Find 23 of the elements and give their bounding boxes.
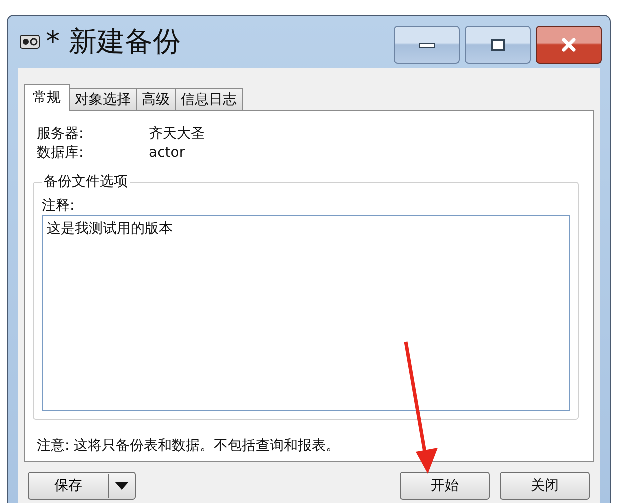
field-value: actor xyxy=(149,144,186,163)
dropdown-arrow-icon[interactable] xyxy=(115,482,129,490)
close-icon[interactable] xyxy=(561,38,577,52)
tab[interactable]: 对象选择 xyxy=(69,88,137,110)
group-title: 备份文件选项 xyxy=(43,173,129,191)
tab[interactable]: 信息日志 xyxy=(175,88,243,110)
close-button[interactable] xyxy=(536,26,602,64)
note-text: 注意: 这将只备份表和数据。不包括查询和报表。 xyxy=(36,437,342,455)
field-label: 数据库: xyxy=(37,144,85,163)
comment-field[interactable]: 这是我测试用的版本 xyxy=(42,215,570,411)
tab[interactable]: 常规 xyxy=(24,84,70,111)
save-button[interactable]: 保存 xyxy=(28,472,136,500)
start-button[interactable]: 开始 xyxy=(400,472,490,500)
maximize-icon[interactable] xyxy=(491,39,505,51)
minimize-icon[interactable] xyxy=(419,42,435,48)
tab[interactable]: 高级 xyxy=(136,88,176,110)
tape-icon xyxy=(20,35,40,49)
field-value: 齐天大圣 xyxy=(149,125,206,144)
window-title: * 新建备份 xyxy=(46,24,181,60)
close-dialog-button[interactable]: 关闭 xyxy=(500,472,590,500)
maximize-button[interactable] xyxy=(465,26,531,64)
field-label: 服务器: xyxy=(37,125,85,144)
comment-label: 注释: xyxy=(42,197,76,215)
